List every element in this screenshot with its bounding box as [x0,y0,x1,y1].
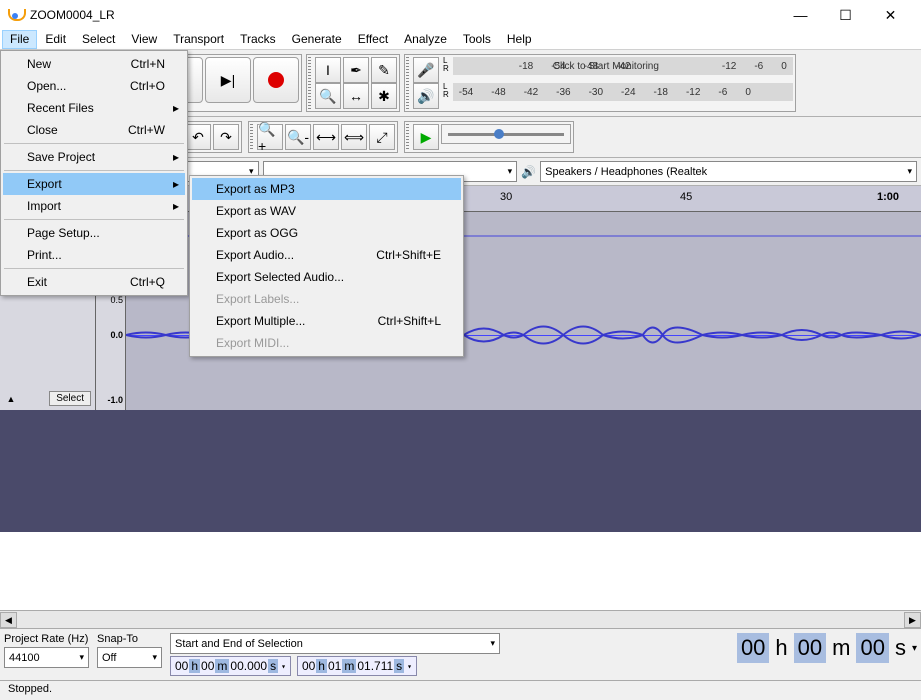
file-exit[interactable]: ExitCtrl+Q [3,271,185,293]
selection-end-time[interactable]: 00h01m01.711s [297,656,417,676]
status-text: Stopped. [8,683,52,695]
collapse-icon[interactable]: ▲ [4,392,18,406]
file-save[interactable]: Save Project▸ [3,146,185,168]
fit-selection-button[interactable]: ⟷ [313,124,339,150]
status-bar: Stopped. [0,680,921,700]
selection-start-time[interactable]: 00h00m00.000s [170,656,291,676]
menu-help[interactable]: Help [499,30,540,49]
project-rate-label: Project Rate (Hz) [4,633,89,645]
window-title: ZOOM0004_LR [30,8,778,22]
fit-project-button[interactable]: ⟺ [341,124,367,150]
export-labels: Export Labels... [192,288,461,310]
export-audio[interactable]: Export Audio...Ctrl+Shift+E [192,244,461,266]
minimize-button[interactable]: — [778,0,823,30]
playback-speed-slider[interactable] [441,124,571,144]
zoom-tool[interactable]: 🔍 [315,83,341,109]
file-new[interactable]: NewCtrl+N [3,53,185,75]
file-import[interactable]: Import▸ [3,195,185,217]
maximize-button[interactable]: ☐ [823,0,868,30]
zoom-out-button[interactable]: 🔍- [285,124,311,150]
export-ogg[interactable]: Export as OGG [192,222,461,244]
file-page-setup[interactable]: Page Setup... [3,222,185,244]
menu-bar: File Edit Select View Transport Tracks G… [0,30,921,50]
play-at-speed-button[interactable]: ▶ [413,124,439,150]
scroll-left[interactable]: ◀ [0,612,17,628]
project-rate-combo[interactable]: 44100 [4,647,89,668]
export-selected[interactable]: Export Selected Audio... [192,266,461,288]
export-mp3[interactable]: Export as MP3 [192,178,461,200]
zoom-in-button[interactable]: 🔍+ [257,124,283,150]
meter-r: R [441,65,451,73]
file-open[interactable]: Open...Ctrl+O [3,75,185,97]
horizontal-scrollbar[interactable]: ◀ ▶ [0,610,921,628]
menu-transport[interactable]: Transport [165,30,232,49]
title-bar: ZOOM0004_LR — ☐ ✕ [0,0,921,30]
draw-tool[interactable]: ✎ [371,57,397,83]
undo-button[interactable]: ↶ [185,124,211,150]
menu-file[interactable]: File [2,30,37,49]
file-export[interactable]: Export▸ [3,173,185,195]
file-recent[interactable]: Recent Files▸ [3,97,185,119]
skip-end-button[interactable]: ▶| [205,57,251,103]
timeshift-tool[interactable]: ↔ [343,83,369,109]
selection-mode-combo[interactable]: Start and End of Selection [170,633,500,654]
selection-toolbar: Project Rate (Hz) 44100 Snap-To Off Star… [0,628,921,680]
menu-generate[interactable]: Generate [284,30,350,49]
export-midi: Export MIDI... [192,332,461,354]
record-meter-icon[interactable]: 🎤 [413,57,439,83]
menu-tracks[interactable]: Tracks [232,30,284,49]
file-close[interactable]: CloseCtrl+W [3,119,185,141]
menu-tools[interactable]: Tools [455,30,499,49]
track-select-button[interactable]: Select [49,391,91,406]
file-print[interactable]: Print... [3,244,185,266]
selection-tool[interactable]: I [315,57,341,83]
menu-select[interactable]: Select [74,30,123,49]
audio-position[interactable]: 00h 00m 00s ▾ [737,633,917,663]
snap-label: Snap-To [97,633,162,645]
playback-device-combo[interactable]: Speakers / Headphones (Realtek [540,161,917,182]
zoom-toggle-button[interactable]: ⤢ [369,124,395,150]
multi-tool[interactable]: ✱ [371,83,397,109]
export-multiple[interactable]: Export Multiple...Ctrl+Shift+L [192,310,461,332]
file-menu-dropdown: NewCtrl+N Open...Ctrl+O Recent Files▸ Cl… [0,50,188,296]
menu-edit[interactable]: Edit [37,30,74,49]
record-meter[interactable]: -54 -48 -42 Click to Start Monitoring -1… [453,57,793,75]
menu-view[interactable]: View [123,30,165,49]
play-meter-icon[interactable]: 🔊 [413,83,439,109]
menu-effect[interactable]: Effect [350,30,396,49]
export-submenu: Export as MP3 Export as WAV Export as OG… [189,175,464,357]
app-icon [8,7,24,23]
play-meter[interactable]: -54 -48 -42 -36 -30 -24 -18 -12 -6 0 [453,83,793,101]
record-button[interactable] [253,57,299,103]
envelope-tool[interactable]: ✒ [343,57,369,83]
snap-combo[interactable]: Off [97,647,162,668]
speaker-icon: 🔊 [521,165,536,179]
close-button[interactable]: ✕ [868,0,913,30]
menu-analyze[interactable]: Analyze [396,30,455,49]
redo-button[interactable]: ↷ [213,124,239,150]
export-wav[interactable]: Export as WAV [192,200,461,222]
scroll-right[interactable]: ▶ [904,612,921,628]
